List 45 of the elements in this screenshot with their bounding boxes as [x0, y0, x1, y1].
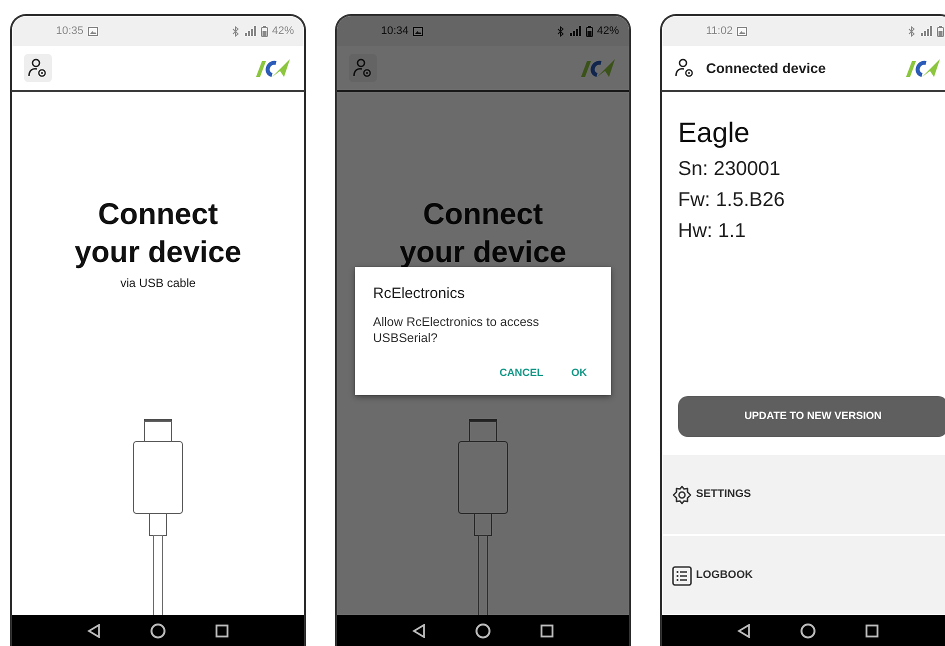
recent-apps-icon[interactable]	[215, 624, 230, 638]
back-icon[interactable]	[412, 624, 426, 638]
signal-icon	[568, 26, 582, 36]
recent-apps-icon[interactable]	[540, 624, 554, 638]
list-icon	[672, 566, 692, 586]
dialog-message: Allow RcElectronics to access USBSerial?	[373, 314, 540, 346]
heading: Connect your device	[398, 197, 568, 271]
device-detail: Sn: 230001	[678, 157, 782, 182]
user-settings-icon[interactable]	[674, 57, 696, 79]
battery-icon	[260, 26, 268, 36]
menu-item[interactable]: LOGBOOK	[662, 534, 945, 615]
back-icon[interactable]	[86, 624, 101, 638]
image-icon	[412, 26, 423, 36]
screen-title: Connected device	[706, 58, 826, 78]
settings-icon	[672, 484, 692, 504]
signal-icon	[919, 26, 933, 36]
bluetooth-icon	[556, 26, 564, 36]
battery-level: 42%	[596, 24, 619, 39]
home-icon[interactable]	[150, 622, 166, 638]
subheading: via USB cable	[119, 275, 197, 292]
home-icon[interactable]	[800, 622, 816, 638]
image-icon	[736, 26, 747, 36]
device-detail: Hw: 1.1	[678, 219, 747, 244]
user-settings-button[interactable]	[24, 54, 52, 82]
recent-apps-icon[interactable]	[865, 624, 880, 638]
battery-icon	[937, 26, 944, 36]
heading: Connect your device	[74, 197, 242, 271]
device-name: Eagle	[678, 116, 751, 150]
bluetooth-icon	[908, 26, 915, 36]
bluetooth-icon	[232, 26, 239, 36]
status-time: 11:02	[706, 24, 733, 39]
home-icon[interactable]	[474, 622, 491, 638]
status-time: 10:34	[381, 24, 409, 39]
menu-item[interactable]: SETTINGS	[662, 453, 945, 534]
dialog-title: RcElectronics	[373, 284, 466, 304]
battery-icon	[586, 26, 593, 36]
image-icon	[88, 26, 98, 36]
signal-icon	[242, 26, 257, 36]
status-time: 10:35	[56, 24, 84, 39]
dialog-button[interactable]: CANCEL	[494, 362, 550, 386]
device-detail: Fw: 1.5.B26	[678, 188, 786, 213]
battery-level: 42%	[272, 24, 294, 39]
back-icon[interactable]	[736, 624, 751, 638]
update-button[interactable]: UPDATE TO NEW VERSION	[678, 396, 945, 437]
dialog-button[interactable]: OK	[565, 362, 593, 386]
